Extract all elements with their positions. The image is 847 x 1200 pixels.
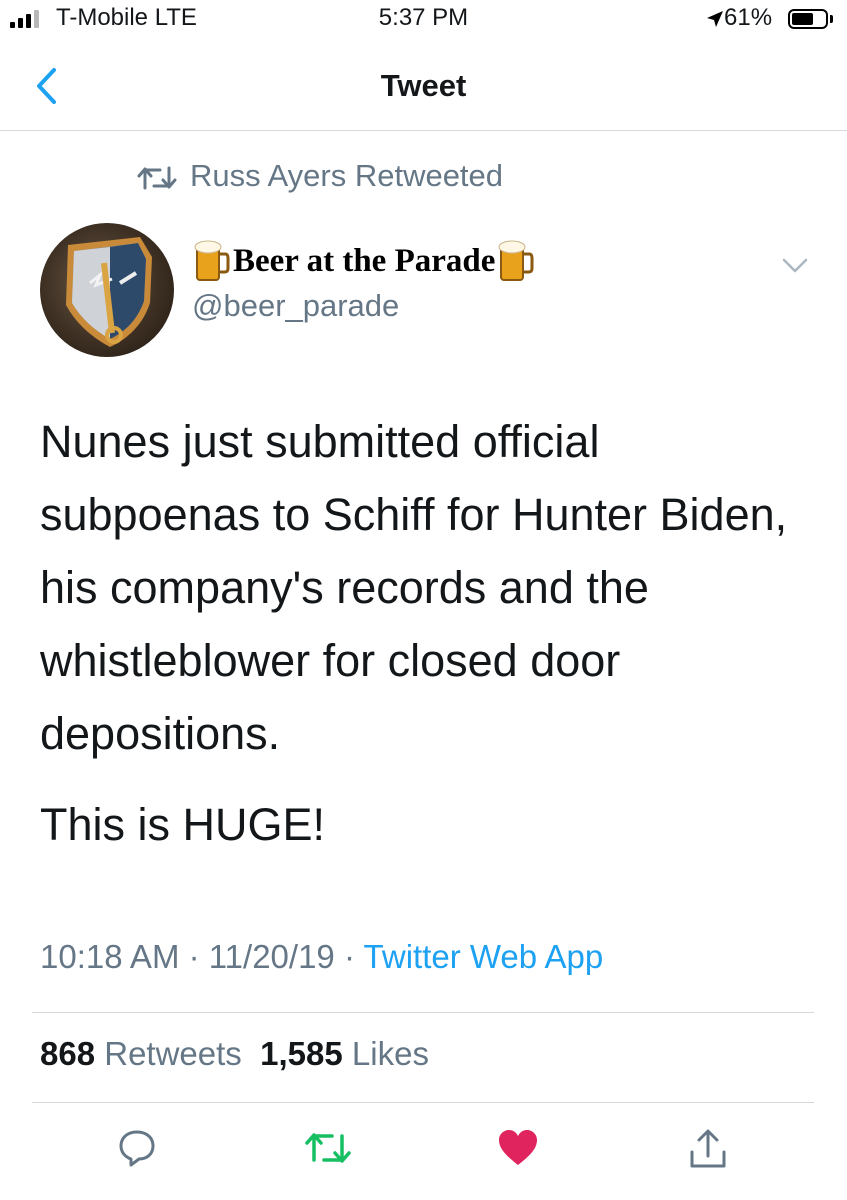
beer-mug-emoji-icon: [498, 240, 534, 281]
battery-percent: 61%: [724, 4, 773, 31]
display-name: Beer at the Parade: [233, 242, 496, 279]
like-icon[interactable]: [497, 1128, 539, 1168]
share-icon[interactable]: [688, 1128, 728, 1170]
retweets-stat[interactable]: 868 Retweets: [40, 1035, 242, 1072]
retweet-count: 868: [40, 1035, 96, 1072]
retweets-label: Retweets: [104, 1035, 242, 1072]
tweet-date: 11/20/19: [208, 938, 335, 975]
battery-cap: [830, 15, 833, 23]
display-name-row[interactable]: Beer at the Parade: [194, 240, 534, 282]
meta-divider: [32, 1012, 814, 1013]
likes-stat[interactable]: 1,585 Likes: [260, 1035, 429, 1072]
meta-separator: ·: [343, 938, 364, 975]
status-bar: T-Mobile LTE 5:37 PM 61%: [0, 0, 847, 40]
tweet-text-line-2: This is HUGE!: [40, 799, 326, 850]
like-count: 1,585: [260, 1035, 343, 1072]
avatar[interactable]: [40, 223, 174, 357]
chevron-down-icon[interactable]: [782, 258, 808, 274]
page-title: Tweet: [380, 68, 467, 103]
beer-mug-emoji-icon: [194, 240, 230, 281]
user-handle[interactable]: @beer_parade: [192, 288, 399, 324]
stats-divider: [32, 1102, 814, 1103]
tweet-text: Nunes just submitted official subpoenas …: [40, 416, 788, 759]
retweeted-by-label[interactable]: Russ Ayers Retweeted: [190, 158, 503, 194]
reply-icon[interactable]: [117, 1128, 157, 1168]
tweet-meta: 10:18 AM · 11/20/19 · Twitter Web App: [40, 938, 603, 976]
retweet-small-icon: [137, 166, 177, 190]
avatar-patch-image: [66, 237, 152, 347]
battery-icon: [788, 9, 828, 29]
location-arrow-icon: [707, 11, 723, 27]
likes-label: Likes: [351, 1035, 429, 1072]
meta-separator: ·: [188, 938, 209, 975]
tweet-stats: 868 Retweets 1,585 Likes: [40, 1035, 429, 1073]
tweet-time: 10:18 AM: [40, 938, 180, 975]
tweet-source-link[interactable]: Twitter Web App: [364, 938, 604, 975]
nav-divider: [0, 130, 847, 131]
retweet-icon[interactable]: [304, 1128, 352, 1168]
